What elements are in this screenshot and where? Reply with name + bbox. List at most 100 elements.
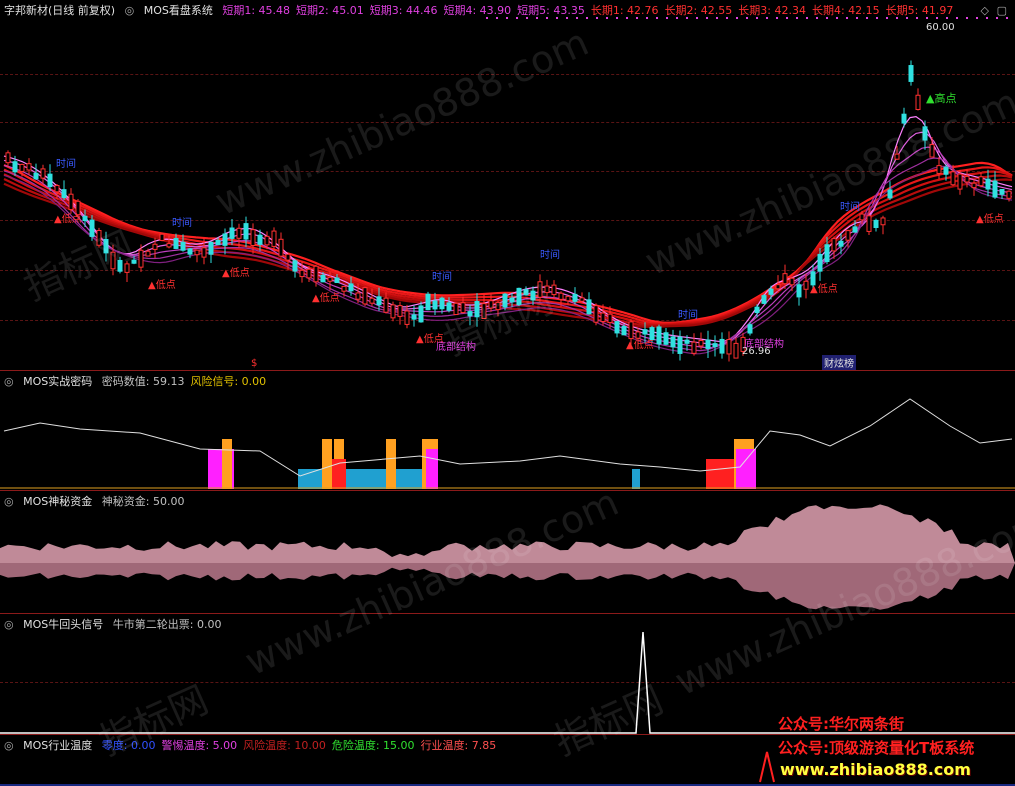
candle-body <box>838 240 844 247</box>
candle-body <box>362 287 368 305</box>
candle-body <box>768 288 774 295</box>
candle-body <box>390 304 396 319</box>
indicator-values: 神秘资金: 50.00 <box>102 495 191 508</box>
candle-body <box>131 259 137 264</box>
signal-dot <box>796 17 798 19</box>
collapse-icon[interactable]: ◎ <box>4 618 14 631</box>
collapse-icon[interactable]: ◎ <box>4 495 14 508</box>
signal-bar <box>322 439 332 489</box>
signal-dot <box>926 17 928 19</box>
low-point-label: ▲低点 <box>810 284 838 295</box>
password-value: 密码数值: 59.13 <box>101 375 185 388</box>
stock-title[interactable]: 字邦新材(日线 前复权) <box>4 4 115 17</box>
candle-body <box>285 253 291 261</box>
diamond-icon[interactable]: ◇ <box>981 4 989 17</box>
candle-body <box>460 302 466 314</box>
candle-body <box>348 283 354 292</box>
signal-dot <box>826 17 828 19</box>
candle-body <box>656 326 662 345</box>
candle-body <box>607 313 613 324</box>
collapse-icon[interactable]: ◎ <box>4 739 14 752</box>
time-label: 时间 <box>432 272 452 283</box>
candle-body <box>397 305 403 317</box>
candle-body <box>894 153 900 160</box>
low-point-label: ▲低点 <box>222 268 250 279</box>
bottom-structure-label: 底部结构 <box>744 339 784 350</box>
signal-dot <box>846 17 848 19</box>
candle-body <box>719 338 725 354</box>
collapse-icon[interactable]: ◎ <box>4 375 14 388</box>
indicator-name[interactable]: MOS牛回头信号 <box>23 618 103 631</box>
signal-dot <box>806 17 808 19</box>
signal-dot <box>576 17 578 19</box>
candle-body <box>208 241 214 255</box>
mystery-fund-pane[interactable]: ◎ MOS神秘资金 神秘资金: 50.00 <box>0 491 1015 613</box>
candle-body <box>796 284 802 298</box>
candle-body <box>495 301 501 311</box>
collapse-icon[interactable]: ◎ <box>125 4 135 17</box>
candle-body <box>712 343 718 348</box>
low-point-label: ▲低点 <box>54 214 82 225</box>
candle-body <box>341 285 347 292</box>
candle-body <box>432 300 438 310</box>
temp-value: 零度: 0.00 <box>101 739 156 752</box>
candle-body <box>782 273 788 285</box>
temp-value: 警惕温度: 5.00 <box>161 739 238 752</box>
candle-body <box>425 293 431 311</box>
candle-body <box>110 251 116 270</box>
candle-body <box>950 171 956 186</box>
signal-dot <box>676 17 678 19</box>
candle-body <box>467 311 473 317</box>
candle-body <box>670 336 676 348</box>
promo-line-3: www.zhibiao888.com <box>780 760 971 779</box>
candlestick-chart[interactable] <box>0 0 1015 370</box>
signal-dot <box>526 17 528 19</box>
bottom-structure-label: 底部结构 <box>436 342 476 353</box>
candle-body <box>306 268 312 279</box>
candle-body <box>523 289 529 296</box>
candle-body <box>558 292 564 300</box>
candle-body <box>978 176 984 187</box>
signal-dot <box>976 17 978 19</box>
mos-password-pane[interactable]: ◎ MOS实战密码 密码数值: 59.13 风险信号: 0.00 <box>0 371 1015 490</box>
pane4-header: ◎ MOS牛回头信号 牛市第二轮出票: 0.00 <box>4 618 233 631</box>
candle-body <box>677 336 683 354</box>
bull-value: 牛市第二轮出票: 0.00 <box>112 618 222 631</box>
candle-body <box>831 238 837 252</box>
candle-body <box>222 233 228 246</box>
mystery-fund-chart[interactable] <box>0 491 1015 613</box>
indicator-name[interactable]: MOS神秘资金 <box>23 495 92 508</box>
signal-dot <box>936 17 938 19</box>
password-chart[interactable] <box>0 371 1015 490</box>
candle-body <box>474 301 480 318</box>
candle-body <box>257 234 263 245</box>
indicator-name[interactable]: MOS行业温度 <box>23 739 92 752</box>
indicator-name[interactable]: MOS看盘系统 <box>144 4 213 17</box>
indicator-values: 短期1: 45.48 短期2: 45.01 短期3: 44.46 短期4: 43.90… <box>222 4 959 17</box>
signal-dot <box>956 17 958 19</box>
mystery-value: 神秘资金: 50.00 <box>101 495 185 508</box>
candle-body <box>215 239 221 246</box>
signal-dot <box>626 17 628 19</box>
candle-body <box>229 227 235 239</box>
settings-icon[interactable]: ▢ <box>997 4 1007 17</box>
signal-dot <box>816 17 818 19</box>
candle-body <box>572 293 578 302</box>
indicator-name[interactable]: MOS实战密码 <box>23 375 92 388</box>
candle-body <box>705 339 711 349</box>
signal-bar <box>632 469 640 489</box>
signal-dot <box>756 17 758 19</box>
short-ma-line <box>3 165 1013 355</box>
candle-body <box>124 263 130 273</box>
main-price-pane[interactable]: 字邦新材(日线 前复权) ◎ MOS看盘系统 短期1: 45.48 短期2: 45… <box>0 0 1015 370</box>
low-point-label: ▲低点 <box>626 340 654 351</box>
candle-body <box>880 217 886 226</box>
candle-body <box>152 243 158 250</box>
candle-body <box>89 219 95 237</box>
signal-dot <box>866 17 868 19</box>
candle-body <box>19 163 25 172</box>
ma-value: 长期3: 42.34 <box>738 4 806 17</box>
candle-body <box>166 243 172 248</box>
promo-logo-icon <box>758 748 776 784</box>
high-price-label: 60.00 <box>926 22 955 33</box>
